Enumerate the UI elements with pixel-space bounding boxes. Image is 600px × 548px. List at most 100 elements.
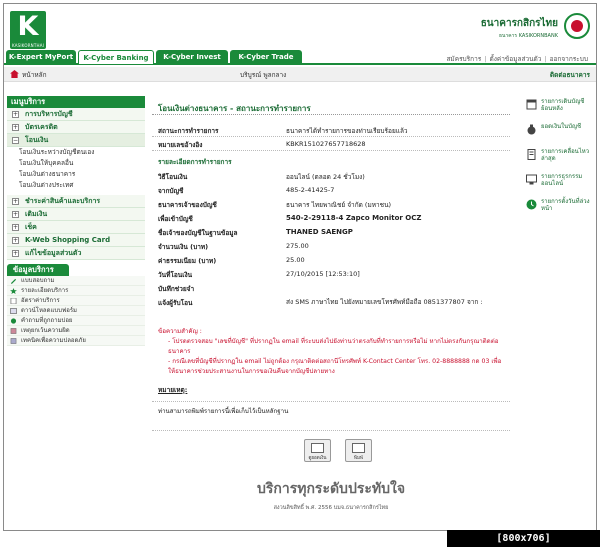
question-icon bbox=[10, 318, 17, 324]
detail-label: จำนวนเงิน (บาท) bbox=[158, 243, 209, 251]
detail-row: ธนาคารเจ้าของบัญชี ธนาคาร ไทยพาณิชย์ จำกั… bbox=[152, 197, 510, 211]
bank-name-th: ธนาคารกสิกรไทย bbox=[480, 18, 558, 29]
balance-icon bbox=[311, 443, 324, 453]
copyright: สงวนลิขสิทธิ์ พ.ศ. 2556 บมจ.ธนาคารกสิกรไ… bbox=[273, 505, 389, 511]
slogan: บริการทุกระดับประทับใจ bbox=[256, 481, 406, 497]
detail-value: 485-2-41425-7 bbox=[286, 186, 335, 194]
detail-value: 27/10/2015 [12:53:10] bbox=[286, 270, 360, 278]
service-label: ดาวน์โหลดแบบฟอร์ม bbox=[21, 307, 78, 314]
detail-label: จากบัญชี bbox=[158, 187, 184, 195]
sidebar-sub-own[interactable]: โอนเงินระหว่างบัญชีตนเอง bbox=[7, 147, 145, 158]
sidebar-item-credit-card[interactable]: + บัตรเครดิต bbox=[7, 121, 145, 134]
sidebar-item-cheque[interactable]: + เช็ค bbox=[7, 221, 145, 234]
expand-icon: + bbox=[12, 198, 19, 205]
service-label: เหตุยกเว้นความผิด bbox=[21, 327, 70, 334]
calendar-icon bbox=[526, 99, 537, 110]
service-label: รายละเอียดบริการ bbox=[21, 287, 69, 294]
quick-link-label: รายการธุรกรรมออนไลน์ bbox=[541, 173, 583, 187]
printer-icon bbox=[352, 443, 365, 453]
service-security[interactable]: เทคนิคเพื่อความปลอดภัย bbox=[7, 336, 145, 346]
document-icon bbox=[527, 149, 536, 160]
expand-icon: + bbox=[12, 111, 19, 118]
quick-links: รายการเดินบัญชีย้อนหลัง ยอดเงินในบัญชี ร… bbox=[523, 96, 595, 221]
sidebar-item-label: เช็ค bbox=[25, 223, 37, 231]
detail-label: วันที่โอนเงิน bbox=[158, 271, 193, 279]
bank-name: ธนาคารกสิกรไทย ธนาคาร KASIKORNBANK bbox=[481, 16, 558, 40]
notice-title: ข้อความสำคัญ : bbox=[158, 328, 202, 335]
check-balance-button[interactable]: ดูยอดเงิน bbox=[304, 439, 331, 462]
notify-label: แจ้งผู้รับโอน bbox=[158, 299, 193, 307]
sidebar-sub-interbank[interactable]: โอนเงินต่างธนาคาร bbox=[7, 169, 145, 180]
sidebar-item-profile[interactable]: + แก้ไขข้อมูลส่วนตัว bbox=[7, 247, 145, 260]
quick-link-balance[interactable]: ยอดเงินในบัญชี bbox=[523, 121, 595, 145]
detail-label: เพื่อเข้าบัญชี bbox=[158, 215, 193, 223]
logout-link[interactable]: ออกจากระบบ bbox=[550, 55, 588, 63]
quick-link-label: รายการเคลื่อนไหวล่าสุด bbox=[541, 148, 590, 162]
detail-value: ธนาคาร ไทยพาณิชย์ จำกัด (มหาชน) bbox=[286, 201, 392, 209]
detail-row: จากบัญชี 485-2-41425-7 bbox=[152, 183, 510, 197]
top-links: สมัครบริการ | ตั้งค่าข้อมูลส่วนตัว | ออกจากร… bbox=[446, 55, 588, 63]
detail-value: THANED SAENGP bbox=[286, 228, 353, 236]
detail-label: ธนาคารเจ้าของบัญชี bbox=[158, 201, 217, 209]
quick-link-scheduled[interactable]: รายการตั้งวันที่ล่วงหน้า bbox=[523, 196, 595, 220]
notice-line-2: - กรณีเลขที่บัญชีที่ปรากฏใน email ไม่ถูก… bbox=[168, 358, 502, 375]
section-title: รายละเอียดการทำรายการ bbox=[158, 158, 232, 166]
detail-row: บันทึกช่วยจำ bbox=[152, 281, 510, 295]
service-survey[interactable]: แบบสอบถาม bbox=[7, 276, 145, 286]
important-notice: ข้อความสำคัญ : - โปรดตรวจสอบ "เลขที่บัญช… bbox=[152, 327, 504, 377]
service-details[interactable]: รายละเอียดบริการ bbox=[7, 286, 145, 296]
bank-name-en: ธนาคาร KASIKORNBANK bbox=[499, 33, 558, 39]
quick-link-label: รายการตั้งวันที่ล่วงหน้า bbox=[541, 198, 590, 212]
tab-expert-myport[interactable]: K-Expert MyPort bbox=[6, 50, 76, 64]
sidebar-item-bill-payment[interactable]: + ชำระค่าสินค้าและบริการ bbox=[7, 195, 145, 208]
detail-value: 275.00 bbox=[286, 242, 309, 250]
sidebar-sub-others[interactable]: โอนเงินให้บุคคลอื่น bbox=[7, 158, 145, 169]
notice-line-1: - โปรดตรวจสอบ "เลขที่บัญชี" ที่ปรากฏใน e… bbox=[168, 338, 499, 355]
tab-cyber-trade[interactable]: K-Cyber Trade bbox=[230, 50, 302, 64]
kasikorn-logo[interactable]: K KASIKORNTHAI bbox=[10, 11, 46, 49]
sidebar-item-label: โอนเงิน bbox=[25, 136, 49, 144]
tab-cyber-invest[interactable]: K-Cyber Invest bbox=[156, 50, 228, 64]
detail-label: ชื่อเจ้าของบัญชีในฐานข้อมูล bbox=[158, 229, 238, 237]
logo-letter: K bbox=[17, 11, 39, 42]
tab-cyber-banking[interactable]: K-Cyber Banking bbox=[78, 50, 154, 64]
print-button[interactable]: พิมพ์ bbox=[345, 439, 372, 462]
book-icon bbox=[10, 328, 17, 334]
detail-label: บันทึกช่วยจำ bbox=[158, 285, 195, 293]
service-faq[interactable]: คำถามที่ถูกถามบ่อย bbox=[7, 316, 145, 326]
contact-bank-link[interactable]: ติดต่อธนาคาร bbox=[550, 70, 590, 80]
service-label: เทคนิคเพื่อความปลอดภัย bbox=[21, 337, 86, 344]
home-link[interactable]: หน้าหลัก bbox=[22, 70, 47, 80]
sidebar-sub-international[interactable]: โอนเงินต่างประเทศ bbox=[7, 180, 145, 191]
detail-label: ค่าธรรมเนียม (บาท) bbox=[158, 257, 217, 265]
star-icon bbox=[10, 288, 17, 294]
sidebar-item-label: ชำระค่าสินค้าและบริการ bbox=[25, 197, 101, 205]
notify-row: แจ้งผู้รับโอน ส่ง SMS ภาษาไทย ไปยังหมายเ… bbox=[152, 295, 510, 317]
remark-heading: หมายเหตุ: bbox=[158, 386, 188, 394]
logo-text: KASIKORNTHAI bbox=[11, 43, 45, 48]
shield-icon bbox=[10, 338, 17, 344]
sidebar-item-account[interactable]: + การบริหารบัญชี bbox=[7, 108, 145, 121]
service-download[interactable]: ดาวน์โหลดแบบฟอร์ม bbox=[7, 306, 145, 316]
sidebar-item-shopping-card[interactable]: + K-Web Shopping Card bbox=[7, 234, 145, 247]
settings-link[interactable]: ตั้งค่าข้อมูลส่วนตัว bbox=[489, 55, 541, 63]
sidebar-item-label: เติมเงิน bbox=[25, 210, 48, 218]
bank-emblem-icon bbox=[564, 13, 590, 39]
sidebar-item-transfer[interactable]: − โอนเงิน bbox=[7, 134, 145, 147]
expand-icon: + bbox=[12, 237, 19, 244]
quick-link-history[interactable]: รายการเดินบัญชีย้อนหลัง bbox=[523, 96, 595, 120]
expand-icon: + bbox=[12, 250, 19, 257]
home-icon[interactable] bbox=[10, 70, 19, 78]
sidebar-item-label: แก้ไขข้อมูลส่วนตัว bbox=[25, 249, 82, 257]
expand-icon: + bbox=[12, 211, 19, 218]
quick-link-online[interactable]: รายการธุรกรรมออนไลน์ bbox=[523, 171, 595, 195]
quick-link-recent[interactable]: รายการเคลื่อนไหวล่าสุด bbox=[523, 146, 595, 170]
service-disclaimer[interactable]: เหตุยกเว้นความผิด bbox=[7, 326, 145, 336]
button-label: พิมพ์ bbox=[354, 456, 363, 461]
notify-value: ส่ง SMS ภาษาไทย ไปยังหมายเลขโทรศัพท์มือถ… bbox=[286, 298, 483, 306]
collapse-icon: − bbox=[12, 137, 19, 144]
service-fees[interactable]: อัตราค่าบริการ bbox=[7, 296, 145, 306]
sidebar-item-topup[interactable]: + เติมเงิน bbox=[7, 208, 145, 221]
document-icon bbox=[10, 298, 17, 304]
register-link[interactable]: สมัครบริการ bbox=[446, 55, 481, 63]
